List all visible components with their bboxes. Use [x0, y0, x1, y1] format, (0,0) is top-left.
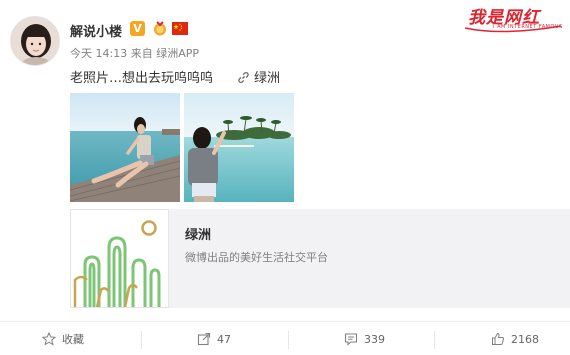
post-toolbar: 收藏 47 339 2168	[0, 321, 570, 355]
oasis-link[interactable]: 绿洲	[237, 67, 280, 86]
username[interactable]: 解说小楼	[70, 21, 122, 40]
post-photo-1[interactable]	[70, 93, 180, 202]
post-meta: 今天 14:13 来自 绿洲APP	[70, 45, 199, 61]
comment-icon	[344, 333, 358, 346]
like-count: 2168	[511, 332, 539, 346]
card-title: 绿洲	[185, 228, 212, 243]
card-description: 微博出品的美好生活社交平台	[185, 251, 328, 264]
oasis-link-label: 绿洲	[254, 71, 281, 86]
favorite-label: 收藏	[62, 333, 84, 346]
source-label[interactable]: 来自 绿洲APP	[131, 47, 199, 60]
comment-count: 339	[364, 332, 385, 346]
repost-button[interactable]: 47	[197, 322, 231, 355]
star-icon	[42, 332, 56, 346]
post-text: 老照片…想出去玩呜呜呜	[70, 71, 214, 86]
china-flag-icon	[172, 22, 188, 35]
like-icon	[492, 332, 504, 345]
post-photo-2[interactable]	[184, 93, 294, 202]
link-icon	[238, 72, 249, 83]
toolbar-divider	[288, 331, 289, 349]
avatar[interactable]	[10, 16, 60, 66]
like-button[interactable]: 2168	[491, 322, 539, 355]
timestamp[interactable]: 今天 14:13	[70, 47, 127, 60]
medal-icon	[154, 21, 166, 36]
oasis-logo-icon	[73, 220, 161, 309]
repost-count: 47	[217, 332, 231, 346]
oasis-thumbnail	[70, 209, 169, 309]
toolbar-divider	[141, 331, 142, 349]
repost-icon	[197, 332, 211, 346]
watermark-logo-subtitle: I AM INTERNET FAMOUS	[493, 24, 563, 30]
verified-icon: V	[130, 21, 145, 36]
favorite-button[interactable]: 收藏	[42, 322, 84, 355]
toolbar-divider	[434, 331, 435, 349]
oasis-link-card[interactable]: 绿洲 微博出品的美好生活社交平台	[70, 209, 570, 309]
comment-button[interactable]: 339	[344, 322, 385, 355]
